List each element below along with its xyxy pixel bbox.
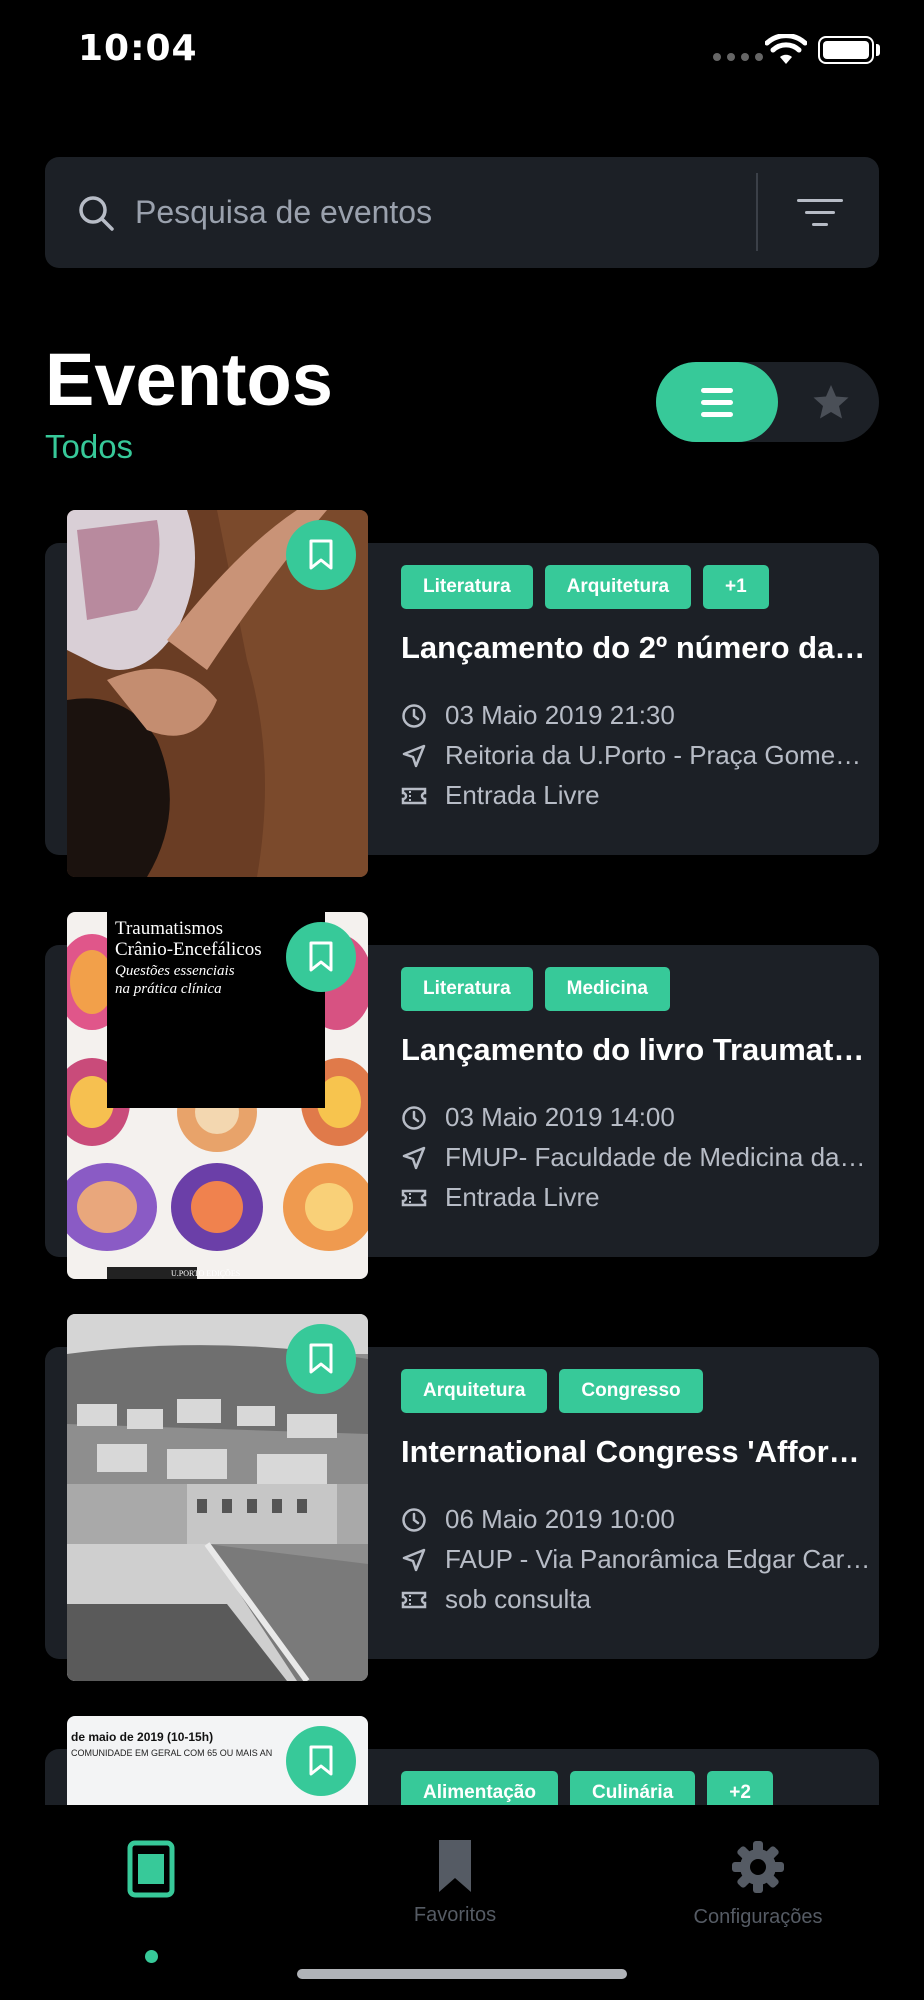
tag[interactable]: Medicina bbox=[544, 967, 670, 1011]
status-bar: 10:04 bbox=[0, 0, 924, 100]
location-arrow-icon bbox=[402, 1146, 426, 1169]
bookmark-button[interactable] bbox=[286, 520, 356, 590]
tag-list: Literatura Medicina bbox=[401, 967, 670, 1011]
event-card[interactable]: Literatura Arquitetura +1 Lançamento do … bbox=[0, 500, 924, 877]
tag[interactable]: Arquitetura bbox=[544, 565, 692, 609]
gear-icon bbox=[732, 1841, 784, 1893]
event-card[interactable]: Arquitetura Congresso International Cong… bbox=[0, 1304, 924, 1681]
status-time: 10:04 bbox=[78, 28, 198, 69]
tab-favoritos[interactable]: Favoritos bbox=[355, 1840, 555, 1950]
event-price: sob consulta bbox=[401, 1584, 871, 1615]
tag[interactable]: Literatura bbox=[401, 967, 533, 1011]
filter-icon bbox=[797, 198, 843, 202]
tag[interactable]: Literatura bbox=[401, 565, 533, 609]
clock-icon bbox=[402, 1105, 426, 1130]
ticket-icon bbox=[401, 1189, 427, 1206]
tag[interactable]: Congresso bbox=[559, 1369, 703, 1413]
tab-events[interactable] bbox=[51, 1840, 251, 1963]
event-price: Entrada Livre bbox=[401, 1182, 871, 1213]
bookmark-button[interactable] bbox=[286, 1324, 356, 1394]
list-icon bbox=[701, 387, 733, 393]
event-list: Literatura Arquitetura +1 Lançamento do … bbox=[0, 500, 924, 1805]
location-arrow-icon bbox=[402, 744, 426, 767]
event-location: FAUP - Via Panorâmica Edgar Cardoso bbox=[401, 1544, 871, 1575]
favorites-view-button[interactable] bbox=[796, 362, 866, 442]
event-title: International Congress 'Affordable Housi… bbox=[401, 1434, 871, 1469]
battery-icon bbox=[818, 36, 874, 64]
event-date: 03 Maio 2019 14:00 bbox=[401, 1102, 871, 1133]
tag-list: Literatura Arquitetura +1 bbox=[401, 565, 769, 609]
event-title: Lançamento do livro Traumatismos Crânio-… bbox=[401, 1032, 871, 1067]
filter-button[interactable] bbox=[785, 182, 855, 242]
event-location: FMUP- Faculdade de Medicina da U.Porto bbox=[401, 1142, 871, 1173]
clock-icon bbox=[402, 1507, 426, 1532]
event-title: Lançamento do 2º número da Revista Inter… bbox=[401, 630, 871, 665]
tag[interactable]: Culinária bbox=[569, 1771, 696, 1805]
search-bar bbox=[45, 157, 879, 268]
tag[interactable]: Alimentação bbox=[401, 1771, 558, 1805]
clock-icon bbox=[402, 703, 426, 728]
home-indicator bbox=[297, 1969, 627, 1979]
bookmark-icon bbox=[439, 1840, 471, 1892]
star-icon bbox=[813, 385, 849, 419]
events-icon bbox=[127, 1840, 175, 1898]
search-divider bbox=[756, 173, 758, 251]
tag-list: Alimentação Culinária +2 bbox=[401, 1771, 773, 1805]
event-price: Entrada Livre bbox=[401, 780, 871, 811]
event-date: 06 Maio 2019 10:00 bbox=[401, 1504, 871, 1535]
tag-list: Arquitetura Congresso bbox=[401, 1369, 703, 1413]
ticket-icon bbox=[401, 787, 427, 804]
location-arrow-icon bbox=[402, 1548, 426, 1571]
tag[interactable]: Arquitetura bbox=[401, 1369, 548, 1413]
tag-more[interactable]: +1 bbox=[703, 565, 769, 609]
event-date: 03 Maio 2019 21:30 bbox=[401, 700, 871, 731]
event-card[interactable]: de maio de 2019 (10-15h) COMUNIDADE EM G… bbox=[0, 1706, 924, 1805]
cellular-signal-icon bbox=[713, 53, 763, 61]
bookmark-icon bbox=[309, 1343, 333, 1374]
bookmark-icon bbox=[309, 539, 333, 570]
bookmark-icon bbox=[309, 941, 333, 972]
bookmark-button[interactable] bbox=[286, 1726, 356, 1796]
active-tab-indicator bbox=[145, 1950, 158, 1963]
page-subtitle[interactable]: Todos bbox=[45, 428, 133, 466]
event-location: Reitoria da U.Porto - Praça Gomes Teixei… bbox=[401, 740, 871, 771]
tab-configuracoes[interactable]: Configurações bbox=[658, 1840, 858, 1950]
view-toggle bbox=[656, 362, 879, 442]
tab-label: Favoritos bbox=[413, 1904, 497, 1926]
search-input[interactable] bbox=[135, 157, 775, 268]
page-title: Eventos bbox=[45, 338, 333, 421]
event-card[interactable]: Traumatismos Crânio-Encefálicos Questões… bbox=[0, 902, 924, 1279]
tab-label: Configurações bbox=[693, 1906, 823, 1928]
search-icon bbox=[79, 196, 114, 231]
tag-more[interactable]: +2 bbox=[707, 1771, 773, 1805]
bookmark-button[interactable] bbox=[286, 922, 356, 992]
bookmark-icon bbox=[309, 1745, 333, 1776]
list-view-button[interactable] bbox=[656, 362, 778, 442]
wifi-icon bbox=[765, 34, 807, 64]
ticket-icon bbox=[401, 1591, 427, 1608]
